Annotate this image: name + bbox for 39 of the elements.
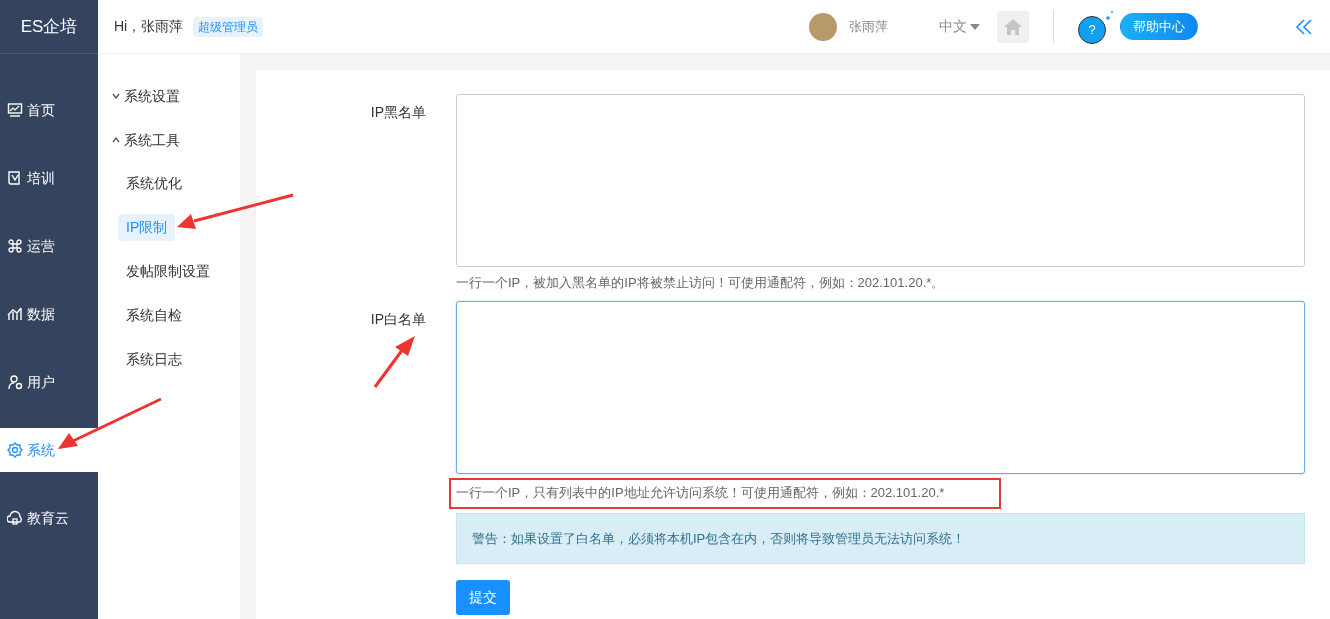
brand-logo: ES企培 [0, 0, 98, 54]
nav-item[interactable]: 首页 [0, 76, 98, 144]
submenu-item[interactable]: 系统优化 [118, 170, 190, 197]
nav-item[interactable]: 数据 [0, 280, 98, 348]
nav-item[interactable]: 培训 [0, 144, 98, 212]
settings-icon [7, 442, 23, 458]
home-button[interactable] [997, 10, 1029, 43]
caret-icon [970, 23, 980, 30]
user-name: 张雨萍 [848, 17, 888, 36]
monitor-icon [7, 102, 23, 118]
submenu-item[interactable]: 发帖限制设置 [118, 258, 218, 285]
chevron-icon [112, 137, 120, 143]
nav-item[interactable]: 运营 [0, 212, 98, 280]
bubble-dots-icon [1106, 10, 1114, 20]
warning-alert: 警告：如果设置了白名单，必须将本机IP包含在内，否则将导致管理员无法访问系统！ [456, 512, 1305, 564]
book-icon [7, 170, 23, 186]
greeting-text: Hi，张雨萍 [114, 17, 184, 36]
chart-icon [7, 306, 23, 322]
nav-item[interactable]: 教育云 [0, 484, 98, 552]
cloud-icon [7, 510, 23, 526]
submenu-header[interactable]: 系统工具 [98, 118, 186, 162]
command-icon [7, 238, 23, 254]
language-dropdown[interactable]: 中文 [937, 15, 981, 38]
home-icon [1004, 18, 1022, 35]
chevron-icon [112, 93, 120, 99]
text-area[interactable] [456, 300, 1305, 474]
text-area[interactable] [456, 94, 1305, 267]
submenu-item[interactable]: 系统自检 [118, 302, 190, 329]
field-label: IP黑名单 [370, 104, 426, 120]
submenu-header[interactable]: 系统设置 [98, 74, 186, 118]
hint-text: 一行一个IP，只有列表中的IP地址允许访问系统！可使用通配符，例如：202.101.20.* [456, 483, 945, 502]
submenu-item[interactable]: 系统日志 [118, 346, 190, 373]
nav-item[interactable]: 用户 [0, 348, 98, 416]
avatar-photo [808, 12, 837, 41]
user-icon [7, 374, 23, 390]
field-label: IP白名单 [370, 310, 426, 327]
double-chevron-icon [1295, 18, 1313, 37]
role-badge: 超级管理员 [193, 16, 264, 37]
hint-text: 一行一个IP，被加入黑名单的IP将被禁止访问！可使用通配符，例如：202.101.20.*。 [456, 274, 945, 292]
